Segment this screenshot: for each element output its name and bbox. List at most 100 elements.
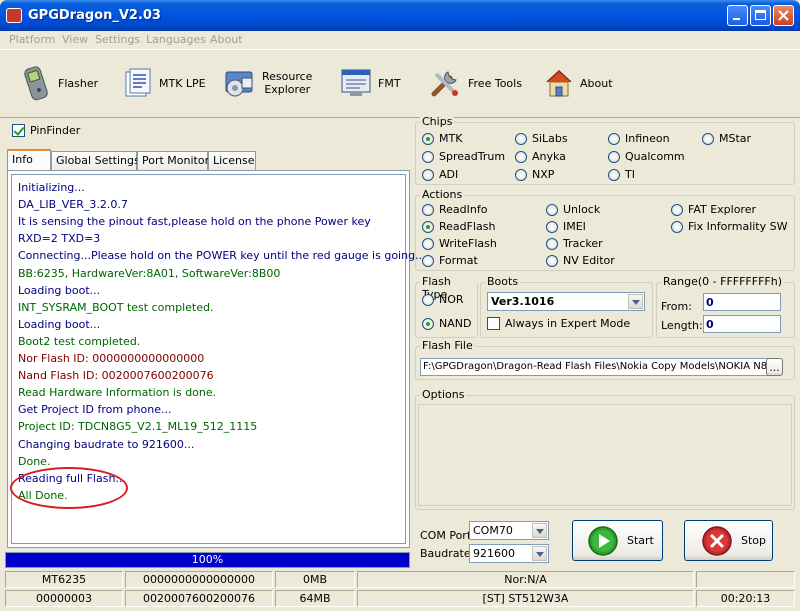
menu-about[interactable]: About bbox=[210, 33, 243, 46]
range-from-input[interactable]: 0 bbox=[703, 293, 781, 311]
log-line: It is sensing the pinout fast,please hol… bbox=[18, 215, 371, 229]
about-label: About bbox=[580, 76, 613, 90]
flash-type-option-nand[interactable]: NAND bbox=[422, 317, 471, 330]
menu-platform[interactable]: Platform bbox=[9, 33, 55, 46]
pinfinder-label: PinFinder bbox=[30, 124, 81, 137]
log-line: DA_LIB_VER_3.2.0.7 bbox=[18, 198, 128, 212]
stop-label: Stop bbox=[741, 534, 767, 547]
expert-mode-checkbox[interactable]: Always in Expert Mode bbox=[487, 317, 630, 330]
flash-file-input[interactable]: F:\GPGDragon\Dragon-Read Flash Files\Nok… bbox=[420, 358, 770, 376]
radio-label: Anyka bbox=[532, 150, 566, 163]
pinfinder-checkbox[interactable]: PinFinder bbox=[12, 124, 80, 137]
com-port-select[interactable]: COM70 bbox=[469, 521, 549, 540]
browse-button[interactable]: ... bbox=[766, 358, 783, 376]
chips-option-spreadtrum[interactable]: SpreadTrum bbox=[422, 150, 505, 163]
com-port-value: COM70 bbox=[473, 524, 513, 537]
stop-button[interactable]: Stop bbox=[684, 520, 773, 561]
radio-label: IMEI bbox=[563, 220, 586, 233]
fmt-button[interactable]: FMT bbox=[340, 60, 401, 106]
chips-option-anyka[interactable]: Anyka bbox=[515, 150, 566, 163]
log-line: Loading boot... bbox=[18, 283, 101, 297]
radio-label: Qualcomm bbox=[625, 150, 685, 163]
range-from-label: From: bbox=[661, 300, 692, 313]
document-icon bbox=[125, 68, 151, 97]
log-line: Boot2 test completed. bbox=[18, 334, 141, 348]
radio-icon bbox=[546, 203, 558, 216]
tab-port-monitor[interactable]: Port Monitor bbox=[137, 151, 209, 170]
log-line: Read Hardware Information is done. bbox=[18, 386, 217, 400]
actions-option-nv-editor[interactable]: NV Editor bbox=[546, 254, 615, 267]
phone-icon bbox=[24, 66, 48, 101]
chips-option-mstar[interactable]: MStar bbox=[702, 132, 751, 145]
options-title: Options bbox=[420, 388, 467, 401]
resource-explorer-label-line2: Explorer bbox=[264, 83, 311, 96]
status-nor-size: 0MB bbox=[275, 571, 355, 588]
radio-label: ReadInfo bbox=[439, 203, 488, 216]
boots-select[interactable]: Ver3.1016 bbox=[487, 292, 645, 311]
log-line: BB:6235, HardwareVer:8A01, SoftwareVer:8… bbox=[18, 266, 281, 280]
window-title: GPGDragon_V2.03 bbox=[28, 8, 161, 23]
chips-option-qualcomm[interactable]: Qualcomm bbox=[608, 150, 685, 163]
resource-explorer-icon bbox=[225, 71, 253, 97]
mtk-lpe-button[interactable]: MTK LPE bbox=[123, 60, 206, 106]
radio-icon bbox=[422, 237, 434, 250]
radio-label: NXP bbox=[532, 168, 555, 181]
chips-option-ti[interactable]: TI bbox=[608, 168, 635, 181]
status-nor-type: Nor:N/A bbox=[357, 571, 694, 588]
menu-settings[interactable]: Settings bbox=[95, 33, 140, 46]
tab-license[interactable]: License bbox=[208, 151, 256, 170]
radio-icon bbox=[422, 293, 434, 306]
menu-view[interactable]: View bbox=[62, 33, 88, 46]
radio-icon bbox=[546, 237, 558, 250]
options-group: Options bbox=[415, 388, 795, 510]
maximize-button[interactable] bbox=[750, 5, 771, 26]
actions-option-fat-explorer[interactable]: FAT Explorer bbox=[671, 203, 756, 216]
radio-icon bbox=[702, 132, 714, 145]
actions-option-readflash[interactable]: ReadFlash bbox=[422, 220, 495, 233]
chips-option-mtk[interactable]: MTK bbox=[422, 132, 462, 145]
free-tools-button[interactable]: Free Tools bbox=[428, 60, 522, 106]
actions-option-tracker[interactable]: Tracker bbox=[546, 237, 603, 250]
expert-mode-label: Always in Expert Mode bbox=[505, 317, 631, 330]
info-panel: Initializing... DA_LIB_VER_3.2.0.7 It is s… bbox=[7, 170, 426, 548]
flash-type-group: Flash Type NOR NAND bbox=[415, 275, 478, 338]
baudrate-select[interactable]: 921600 bbox=[469, 544, 549, 563]
play-icon bbox=[588, 525, 618, 556]
menu-languages[interactable]: Languages bbox=[146, 33, 206, 46]
actions-option-imei[interactable]: IMEI bbox=[546, 220, 586, 233]
start-button[interactable]: Start bbox=[572, 520, 663, 561]
home-icon bbox=[546, 69, 572, 97]
chips-option-infineon[interactable]: Infineon bbox=[608, 132, 670, 145]
radio-icon bbox=[422, 132, 434, 145]
chips-option-adi[interactable]: ADI bbox=[422, 168, 458, 181]
actions-option-fix-informality-sw[interactable]: Fix Informality SW bbox=[671, 220, 787, 233]
actions-option-readinfo[interactable]: ReadInfo bbox=[422, 203, 487, 216]
log-area[interactable]: Initializing... DA_LIB_VER_3.2.0.7 It is s… bbox=[10, 174, 426, 544]
flash-type-option-nor[interactable]: NOR bbox=[422, 293, 464, 306]
actions-option-writeflash[interactable]: WriteFlash bbox=[422, 237, 497, 250]
about-button[interactable]: About bbox=[544, 60, 613, 106]
actions-option-format[interactable]: Format bbox=[422, 254, 478, 267]
tab-info[interactable]: Info bbox=[7, 149, 51, 171]
baudrate-label: Baudrate bbox=[420, 547, 471, 560]
chips-option-silabs[interactable]: SiLabs bbox=[515, 132, 568, 145]
chips-option-nxp[interactable]: NXP bbox=[515, 168, 554, 181]
tab-global-settings[interactable]: Global Settings bbox=[51, 151, 140, 170]
radio-icon bbox=[422, 203, 434, 216]
range-length-input[interactable]: 0 bbox=[703, 315, 781, 333]
close-button[interactable] bbox=[773, 5, 794, 26]
status-nor-id: 0000000000000000 bbox=[125, 571, 273, 588]
resource-explorer-button[interactable]: Resource Explorer bbox=[224, 60, 312, 106]
actions-title: Actions bbox=[420, 188, 465, 201]
status-chip: MT6235 bbox=[5, 571, 123, 588]
com-port-label: COM Port bbox=[420, 529, 472, 542]
flasher-button[interactable]: Flasher bbox=[22, 60, 98, 106]
free-tools-label: Free Tools bbox=[468, 76, 522, 90]
radio-label: SpreadTrum bbox=[439, 150, 506, 163]
resource-explorer-label-line1: Resource bbox=[262, 70, 313, 83]
radio-label: TI bbox=[625, 168, 635, 181]
actions-option-unlock[interactable]: Unlock bbox=[546, 203, 600, 216]
minimize-button[interactable] bbox=[727, 5, 748, 26]
chevron-down-icon bbox=[532, 546, 547, 561]
resource-explorer-label: Resource Explorer bbox=[262, 70, 312, 96]
